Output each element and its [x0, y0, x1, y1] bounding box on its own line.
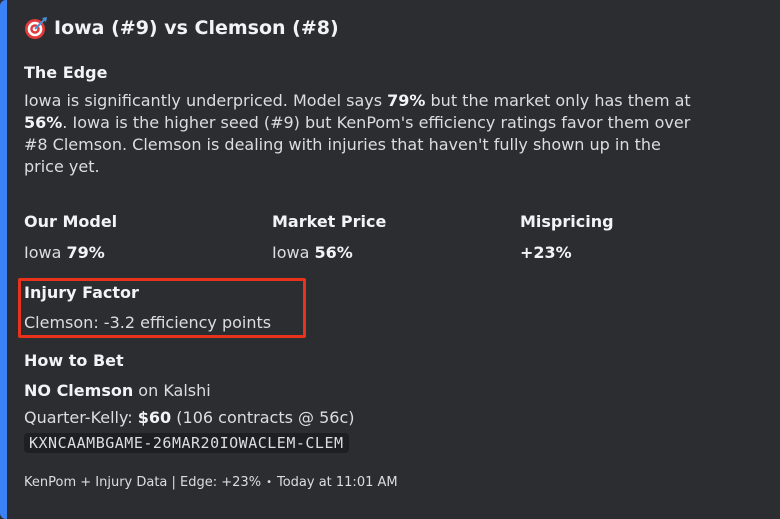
footer-separator: •	[266, 477, 272, 488]
footer-timestamp: Today at 11:01 AM	[276, 475, 398, 490]
embed-footer: KenPom + Injury Data | Edge: +23% • Toda…	[24, 475, 398, 490]
edge-heading: The Edge	[24, 63, 108, 82]
mispricing-value: +23%	[520, 243, 572, 262]
market-price-label: Market Price	[272, 212, 387, 231]
footer-source: KenPom + Injury Data | Edge: +23%	[24, 475, 262, 490]
direct-hit-icon	[24, 16, 48, 40]
field-market-price: Market Price Iowa 56%	[272, 212, 386, 262]
market-price-value: Iowa 56%	[272, 243, 353, 262]
embed-card: Iowa (#9) vs Clemson (#8) The Edge Iowa …	[0, 0, 780, 519]
our-model-label: Our Model	[24, 212, 118, 231]
injury-label: Injury Factor	[24, 283, 139, 302]
how-to-bet-label: How to Bet	[24, 351, 124, 370]
market-ticker-code: KXNCAAMBGAME-26MAR20IOWACLEM-CLEM	[24, 433, 349, 453]
bet-sizing: Quarter-Kelly: $60 (106 contracts @ 56c)	[24, 408, 355, 427]
mispricing-label: Mispricing	[520, 212, 614, 231]
embed-title: Iowa (#9) vs Clemson (#8)	[54, 17, 339, 39]
bet-action: NO Clemson on Kalshi	[24, 381, 211, 400]
embed-title-row: Iowa (#9) vs Clemson (#8)	[24, 16, 339, 40]
field-mispricing: Mispricing +23%	[520, 212, 614, 262]
edge-description: Iowa is significantly underpriced. Model…	[24, 91, 691, 176]
our-model-value: Iowa 79%	[24, 243, 105, 262]
field-our-model: Our Model Iowa 79%	[24, 212, 117, 262]
injury-value: Clemson: -3.2 efficiency points	[24, 313, 272, 332]
